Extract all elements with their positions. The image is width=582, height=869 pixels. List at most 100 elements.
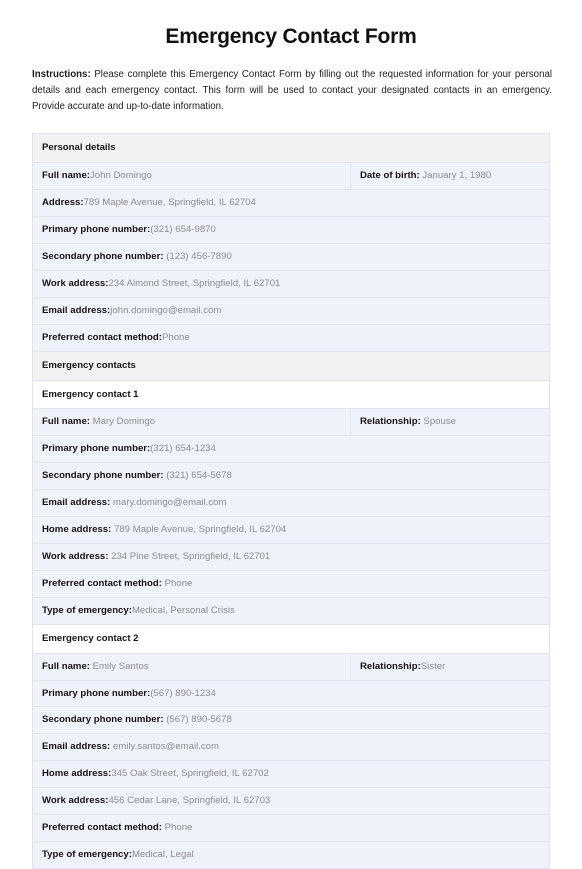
field-value[interactable]: 234 Pine Street, Springfield, IL 62701 <box>108 551 270 562</box>
table-row: Type of emergency:Medical, Personal Cris… <box>32 596 550 625</box>
subsection-heading: Emergency contact 1 <box>32 379 550 410</box>
field-value[interactable]: 345 Oak Street, Springfield, IL 62702 <box>111 768 269 779</box>
field-value[interactable]: January 1, 1980 <box>420 170 491 181</box>
form-field: Email address: mary.domingo@email.com <box>32 489 550 518</box>
instructions-text: Please complete this Emergency Contact F… <box>32 69 552 112</box>
table-section-row: Emergency contact 2 <box>32 623 550 654</box>
field-label: Secondary phone number: <box>42 470 164 482</box>
table-row: Preferred contact method:Phone <box>32 323 550 352</box>
field-label: Work address: <box>42 551 109 562</box>
form-field: Secondary phone number: (321) 654-5678 <box>32 462 550 491</box>
field-value[interactable]: 789 Maple Avenue, Springfield, IL 62704 <box>111 524 286 535</box>
field-label: Primary phone number: <box>42 687 151 699</box>
field-label: Full name: <box>42 170 90 182</box>
table-row: Full name: Mary Domingo Relationship: Spo… <box>32 408 550 437</box>
page-title: Emergency Contact Form <box>165 25 417 48</box>
field-value[interactable]: Medical, Legal <box>132 849 194 860</box>
form-field: Work address:234 Almond Street, Springfi… <box>32 269 550 298</box>
table-row: Preferred contact method: Phone <box>32 814 550 842</box>
table-section-row: Personal details <box>32 133 550 164</box>
form-field: Date of birth: January 1, 1980 <box>350 162 550 191</box>
field-label: Email address: <box>42 741 111 753</box>
field-label: Email address: <box>42 304 111 316</box>
form-field: Primary phone number:(321) 654-1234 <box>32 435 550 464</box>
form-field: Full name:John Domingo <box>32 162 351 191</box>
field-label: Work address: <box>42 795 109 807</box>
form-field: Type of emergency:Medical, Personal Cris… <box>32 596 550 625</box>
form-field: Preferred contact method: Phone <box>32 569 550 598</box>
form-field: Work address: 234 Pine Street, Springfie… <box>32 543 550 571</box>
form-field: Home address:345 Oak Street, Springfield… <box>32 760 550 789</box>
table-row: Work address: 234 Pine Street, Springfie… <box>32 543 550 571</box>
table-row: Type of emergency:Medical, Legal <box>32 840 550 869</box>
field-value[interactable]: (321) 654-9870 <box>150 224 216 235</box>
field-label: Date of birth: <box>360 170 420 182</box>
section-heading: Emergency contacts <box>32 350 550 381</box>
table-row: Preferred contact method: Phone <box>32 569 550 598</box>
field-label: Relationship: <box>360 660 421 672</box>
field-value[interactable]: 456 Cedar Lane, Springfield, IL 62703 <box>108 795 270 806</box>
field-value[interactable]: Spouse <box>421 416 456 427</box>
form-field: Full name: Mary Domingo <box>32 408 351 437</box>
field-label: Type of emergency: <box>42 604 132 616</box>
form-field: Preferred contact method:Phone <box>32 323 550 352</box>
form-field: Address:789 Maple Avenue, Springfield, I… <box>32 189 550 218</box>
table-row: Address:789 Maple Avenue, Springfield, I… <box>32 189 550 218</box>
subsection-heading: Emergency contact 2 <box>32 623 550 654</box>
table-row: Full name: Emily Santos Relationship:Sist… <box>32 652 550 681</box>
field-value[interactable]: Sister <box>421 661 446 672</box>
subsection-heading-label: Emergency contact 1 <box>42 388 139 400</box>
field-value[interactable]: Phone <box>162 578 193 589</box>
field-value[interactable]: emily.santos@email.com <box>110 741 219 752</box>
table-section-row: Emergency contact 1 <box>32 379 550 410</box>
form-field: Relationship: Spouse <box>350 408 550 437</box>
table-row: Email address:john.domingo@email.com <box>32 296 550 325</box>
table-row: Home address: 789 Maple Avenue, Springfi… <box>32 516 550 544</box>
table-section-row: Emergency contacts <box>32 350 550 381</box>
table-row: Primary phone number:(321) 654-9870 <box>32 216 550 245</box>
emergency-contact-form-table: Personal details Full name:John Domingo Da… <box>32 133 550 869</box>
document-page: Emergency Contact Form Instructions: Ple… <box>0 0 582 869</box>
section-heading-label: Personal details <box>42 142 116 154</box>
field-value[interactable]: (321) 654-1234 <box>150 443 216 454</box>
field-value[interactable]: 789 Maple Avenue, Springfield, IL 62704 <box>84 197 256 208</box>
field-value[interactable]: (321) 654-5678 <box>164 470 232 481</box>
table-row: Work address:234 Almond Street, Springfi… <box>32 269 550 298</box>
field-label: Secondary phone number: <box>42 251 164 263</box>
form-field: Email address:john.domingo@email.com <box>32 296 550 325</box>
table-row: Work address:456 Cedar Lane, Springfield… <box>32 787 550 816</box>
table-row: Primary phone number:(321) 654-1234 <box>32 435 550 464</box>
field-value[interactable]: (567) 890-1234 <box>150 688 216 699</box>
subsection-heading-label: Emergency contact 2 <box>42 632 139 644</box>
table-row: Secondary phone number: (321) 654-5678 <box>32 462 550 491</box>
field-value[interactable]: john.domingo@email.com <box>110 305 221 316</box>
form-field: Relationship:Sister <box>350 652 550 681</box>
field-value[interactable]: Phone <box>162 822 193 833</box>
field-label: Home address: <box>42 524 112 536</box>
form-field: Preferred contact method: Phone <box>32 814 550 842</box>
field-value[interactable]: (567) 890-5678 <box>164 714 232 725</box>
form-field: Primary phone number:(567) 890-1234 <box>32 679 550 708</box>
section-heading: Personal details <box>32 133 550 164</box>
table-row: Email address: mary.domingo@email.com <box>32 489 550 518</box>
field-label: Email address: <box>42 497 111 509</box>
form-field: Work address:456 Cedar Lane, Springfield… <box>32 787 550 816</box>
table-row: Home address:345 Oak Street, Springfield… <box>32 760 550 789</box>
table-row: Email address: emily.santos@email.com <box>32 733 550 762</box>
field-value[interactable]: mary.domingo@email.com <box>110 497 227 508</box>
section-heading-label: Emergency contacts <box>42 359 136 371</box>
table-row: Full name:John Domingo Date of birth: Jan… <box>32 162 550 191</box>
field-value[interactable]: 234 Almond Street, Springfield, IL 62701 <box>108 278 280 289</box>
field-value[interactable]: (123) 456-7890 <box>164 251 232 262</box>
field-value[interactable]: John Domingo <box>90 170 152 181</box>
instructions-paragraph: Instructions: Please complete this Emerg… <box>32 67 552 114</box>
field-label: Work address: <box>42 277 109 289</box>
table-row: Secondary phone number: (123) 456-7890 <box>32 243 550 271</box>
instructions-label: Instructions: <box>32 69 91 81</box>
field-value[interactable]: Mary Domingo <box>90 416 155 427</box>
field-value[interactable]: Emily Santos <box>90 661 149 672</box>
field-value[interactable]: Phone <box>162 332 190 343</box>
field-value[interactable]: Medical, Personal Crisis <box>132 605 235 616</box>
field-label: Full name: <box>42 660 90 672</box>
form-field: Home address: 789 Maple Avenue, Springfi… <box>32 516 550 544</box>
